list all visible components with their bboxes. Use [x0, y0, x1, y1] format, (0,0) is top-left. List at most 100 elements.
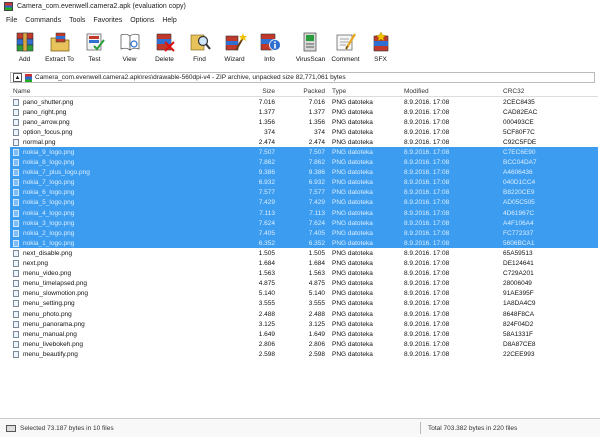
file-name-text: next_disable.png	[23, 249, 73, 257]
column-header-type[interactable]: Type	[325, 88, 398, 95]
file-row[interactable]: next.png 1.684 1.684 PNG datoteka 8.9.2016. …	[10, 259, 598, 269]
file-row[interactable]: nokia_3_logo.png 7.624 7.624 PNG datoteka 8.…	[10, 218, 598, 229]
file-row[interactable]: menu_livebokeh.png 2.806 2.806 PNG datoteka…	[10, 339, 598, 349]
file-crc32: 5606BCA1	[503, 239, 535, 247]
file-modified: 8.9.2016. 17:08	[404, 300, 450, 308]
file-name-text: nokia_7_plus_logo.png	[23, 169, 90, 177]
file-row[interactable]: menu_video.png 1.563 1.563 PNG datoteka 8.9.…	[10, 269, 598, 279]
file-name-text: menu_panorama.png	[23, 320, 85, 328]
file-packed: 1.356	[308, 118, 325, 126]
file-crc32: AD05C505	[503, 199, 535, 207]
png-file-icon	[13, 280, 19, 288]
file-size: 374	[264, 128, 275, 136]
view-button[interactable]: View	[113, 30, 146, 68]
file-name-text: menu_livebokeh.png	[23, 340, 83, 348]
column-header-crc32[interactable]: CRC32	[499, 88, 559, 95]
file-row[interactable]: option_focus.png 374 374 PNG datoteka 8.9.20…	[10, 127, 598, 137]
virusscan-button[interactable]: VirusScan	[294, 30, 327, 68]
wizard-button[interactable]: Wizard	[218, 30, 251, 68]
file-row[interactable]: menu_manual.png 1.649 1.649 PNG datoteka 8.9…	[10, 329, 598, 339]
sfx-button[interactable]: SFX	[364, 30, 397, 68]
find-button[interactable]: Find	[183, 30, 216, 68]
file-row[interactable]: normal.png 2.474 2.474 PNG datoteka 8.9.2016…	[10, 137, 598, 147]
file-crc32: BCC04DA7	[503, 159, 537, 167]
png-file-icon	[13, 98, 19, 106]
file-row[interactable]: menu_panorama.png 3.125 3.125 PNG datoteka 8…	[10, 319, 598, 329]
file-row[interactable]: menu_timelapsed.png 4.875 4.875 PNG datotek…	[10, 279, 598, 289]
column-header-packed[interactable]: Packed	[275, 88, 325, 95]
menu-commands[interactable]: Commands	[25, 17, 61, 24]
file-row[interactable]: nokia_7_logo.png 6.932 6.932 PNG datoteka 8.…	[10, 177, 598, 188]
column-header-name[interactable]: Name	[10, 88, 241, 95]
file-row[interactable]: pano_right.png 1.377 1.377 PNG datoteka 8.9.…	[10, 107, 598, 117]
file-modified: 8.9.2016. 17:08	[404, 260, 450, 268]
file-name: nokia_4_logo.png	[10, 209, 241, 217]
file-name-text: nokia_1_logo.png	[23, 239, 75, 247]
archive-icon	[25, 73, 32, 82]
file-packed: 1.649	[308, 330, 325, 338]
file-size: 7.507	[258, 149, 275, 157]
file-modified: 8.9.2016. 17:08	[404, 189, 450, 197]
file-crc32: 8648F8CA	[503, 310, 535, 318]
file-name-text: nokia_2_logo.png	[23, 229, 75, 237]
add-button[interactable]: Add	[8, 30, 41, 68]
file-row[interactable]: nokia_4_logo.png 7.113 7.113 PNG datoteka 8.…	[10, 208, 598, 219]
file-row[interactable]: next_disable.png 1.505 1.505 PNG datoteka 8.…	[10, 248, 598, 258]
file-type: PNG datoteka	[332, 350, 373, 358]
file-name: next_disable.png	[10, 249, 241, 257]
file-packed: 3.555	[308, 300, 325, 308]
file-packed: 4.875	[308, 280, 325, 288]
file-row[interactable]: nokia_5_logo.png 7.429 7.429 PNG datoteka 8.…	[10, 197, 598, 209]
menu-favorites[interactable]: Favorites	[93, 17, 122, 24]
path-bar[interactable]: ▲ Camera_com.evenwell.camera2.apk\res\dr…	[10, 72, 595, 83]
file-row[interactable]: menu_beautify.png 2.598 2.598 PNG datoteka 8…	[10, 349, 598, 359]
column-header-modified[interactable]: Modified	[398, 88, 499, 95]
info-button[interactable]: Info	[253, 30, 286, 68]
view-icon	[118, 30, 142, 54]
file-row[interactable]: nokia_8_logo.png 7.862 7.862 PNG datoteka 8.…	[10, 157, 598, 168]
file-name: menu_setting.png	[10, 300, 241, 308]
file-row[interactable]: pano_arrow.png 1.356 1.356 PNG datoteka 8.9.…	[10, 117, 598, 127]
extract-to-button[interactable]: Extract To	[43, 30, 76, 68]
test-button[interactable]: Test	[78, 30, 111, 68]
file-row[interactable]: menu_setting.png 3.555 3.555 PNG datoteka 8.…	[10, 299, 598, 309]
file-row[interactable]: nokia_7_plus_logo.png 9.386 9.386 PNG datot…	[10, 167, 598, 178]
file-type: PNG datoteka	[332, 300, 373, 308]
drive-icon	[6, 424, 16, 432]
delete-button[interactable]: Delete	[148, 30, 181, 68]
file-name: next.png	[10, 260, 241, 268]
up-folder-icon[interactable]: ▲	[13, 73, 22, 82]
file-row[interactable]: nokia_2_logo.png 7.405 7.405 PNG datoteka 8.…	[10, 228, 598, 239]
file-name: menu_video.png	[10, 270, 241, 278]
extract-to-icon	[48, 30, 72, 54]
column-header-size[interactable]: Size	[241, 88, 275, 95]
comment-button[interactable]: Comment	[329, 30, 362, 68]
status-selected: Selected 73.187 bytes in 10 files	[20, 424, 114, 432]
menu-options[interactable]: Options	[130, 17, 154, 24]
file-modified: 8.9.2016. 17:08	[404, 138, 450, 146]
file-row[interactable]: menu_photo.png 2.488 2.488 PNG datoteka 8.9.…	[10, 309, 598, 319]
png-file-icon	[13, 169, 19, 177]
menu-help[interactable]: Help	[162, 17, 176, 24]
file-modified: 8.9.2016. 17:08	[404, 290, 450, 298]
file-crc32: FC772337	[503, 229, 534, 237]
virusscan-icon	[299, 30, 323, 54]
file-list[interactable]: Name Size Packed Type Modified CRC32 pan…	[10, 86, 598, 416]
file-name-text: pano_arrow.png	[23, 118, 70, 126]
file-packed: 2.598	[308, 350, 325, 358]
menu-tools[interactable]: Tools	[69, 17, 85, 24]
file-row[interactable]: nokia_1_logo.png 6.352 6.352 PNG datoteka 8.…	[10, 238, 598, 249]
file-modified: 8.9.2016. 17:08	[404, 219, 450, 227]
file-row[interactable]: nokia_6_logo.png 7.577 7.577 PNG datoteka 8.…	[10, 187, 598, 198]
menu-file[interactable]: File	[6, 17, 17, 24]
file-packed: 6.352	[308, 239, 325, 247]
file-crc32: CAD82EAC	[503, 108, 538, 116]
file-packed: 1.377	[308, 108, 325, 116]
file-row[interactable]: nokia_9_logo.png 7.507 7.507 PNG datoteka 8.…	[10, 147, 598, 158]
toolbar: Add Extract To Test View Delete Find Wiz…	[0, 30, 600, 68]
path-text: Camera_com.evenwell.camera2.apk\res\draw…	[35, 74, 346, 81]
file-row[interactable]: pano_shutter.png 7.016 7.016 PNG datoteka 8.…	[10, 97, 598, 107]
file-row[interactable]: menu_slowmotion.png 5.140 5.140 PNG datotek…	[10, 289, 598, 299]
add-label: Add	[18, 56, 31, 63]
file-crc32: D8A87CE8	[503, 340, 536, 348]
